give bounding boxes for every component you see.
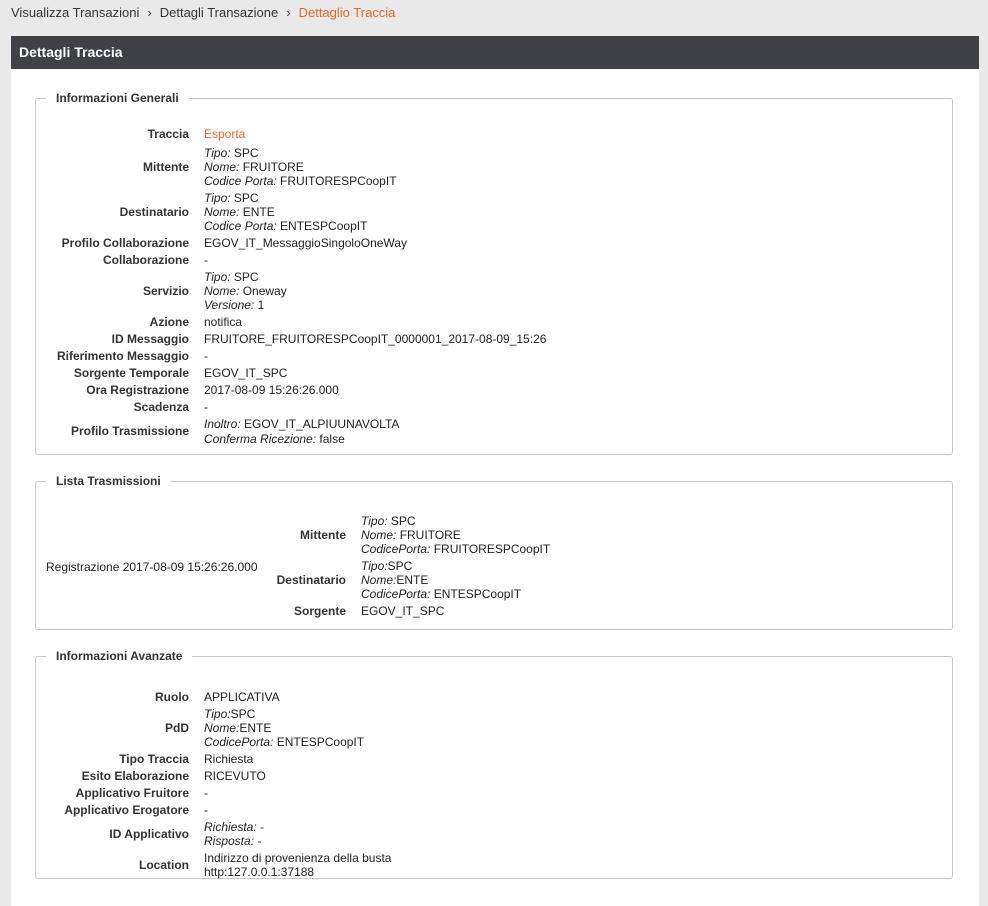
chevron-right-icon: › (286, 4, 291, 20)
informazioni-avanzate-section: Informazioni Avanzate Ruolo APPLICATIVA … (35, 649, 953, 879)
field-value: Tipo:SPC Nome:ENTE CodicePorta: ENTESPCo… (204, 707, 365, 749)
lista-trasmissioni-section: Lista Trasmissioni Registrazione 2017-08… (35, 474, 953, 630)
field-value: 2017-08-09 15:26:26.000 (204, 383, 339, 397)
chevron-right-icon: › (147, 4, 152, 20)
section-legend: Lista Trasmissioni (56, 474, 161, 488)
field-label: PdD (165, 721, 189, 735)
breadcrumb-visualizza-transazioni[interactable]: Visualizza Transazioni (11, 5, 139, 20)
field-label: Mittente (143, 160, 189, 174)
field-value: Tipo: SPC Nome: Oneway Versione: 1 (204, 270, 287, 312)
field-label: Mittente (300, 528, 346, 542)
section-legend: Informazioni Avanzate (56, 649, 183, 663)
field-value: - (204, 400, 208, 414)
field-value: Richiesta (204, 752, 254, 766)
field-label: Collaborazione (102, 253, 189, 267)
field-label: Ora Registrazione (86, 383, 189, 397)
breadcrumb: Visualizza Transazioni › Dettagli Transa… (11, 4, 395, 20)
field-label: Servizio (142, 284, 189, 298)
field-label: Sorgente Temporale (73, 366, 189, 380)
field-label: Riferimento Messaggio (56, 349, 189, 363)
field-value: EGOV_IT_MessaggioSingoloOneWay (204, 236, 407, 250)
field-label: Destinatario (276, 573, 346, 587)
field-value: Tipo: SPC Nome: FRUITORE Codice Porta: F… (204, 146, 397, 188)
field-label: Profilo Trasmissione (70, 424, 189, 438)
field-label: ID Applicativo (109, 827, 189, 841)
dettagli-traccia-panel: Dettagli Traccia Informazioni Generali T… (11, 36, 979, 906)
field-value: Inoltro: EGOV_IT_ALPIUUNAVOLTA Conferma … (204, 417, 400, 446)
field-value: Tipo:SPC Nome:ENTE CodicePorta: ENTESPCo… (361, 559, 522, 601)
field-label: Scadenza (133, 400, 189, 414)
field-label: ID Messaggio (111, 332, 189, 346)
breadcrumb-dettaglio-traccia: Dettaglio Traccia (298, 4, 396, 20)
informazioni-generali-section: Informazioni Generali Traccia Esporta Mi… (35, 91, 953, 455)
field-value: EGOV_IT_SPC (204, 366, 288, 380)
field-label: Sorgente (293, 604, 346, 618)
section-legend: Informazioni Generali (56, 91, 179, 105)
esporta-link[interactable]: Esporta (204, 127, 245, 141)
field-value: Tipo: SPC Nome: ENTE Codice Porta: ENTES… (204, 191, 368, 233)
panel-title: Dettagli Traccia (11, 36, 979, 69)
field-label: Tipo Traccia (119, 752, 189, 766)
field-label: Applicativo Erogatore (64, 803, 189, 817)
field-value: - (204, 253, 208, 267)
field-label: Ruolo (155, 690, 189, 704)
field-value: APPLICATIVA (204, 690, 280, 704)
field-value: EGOV_IT_SPC (361, 604, 445, 618)
field-label: Destinatario (119, 205, 189, 219)
field-label: Azione (149, 315, 189, 329)
field-value: - (204, 786, 208, 800)
field-value: FRUITORE_FRUITORESPCoopIT_0000001_2017-0… (204, 332, 547, 346)
registrazione-label: Registrazione 2017-08-09 15:26:26.000 (46, 560, 258, 574)
field-label: Traccia (147, 127, 189, 141)
field-value: notifica (204, 315, 243, 329)
field-value: - (204, 349, 208, 363)
breadcrumb-dettagli-transazione[interactable]: Dettagli Transazione (160, 5, 279, 20)
field-label: Applicativo Fruitore (75, 786, 189, 800)
field-value: Tipo: SPC Nome: FRUITORE CodicePorta: FR… (361, 514, 551, 556)
field-label: Location (139, 858, 189, 872)
field-label: Esito Elaborazione (81, 769, 189, 783)
field-value: RICEVUTO (204, 769, 266, 783)
field-value: Richiesta: - Risposta: - (204, 820, 265, 848)
field-value: - (204, 803, 208, 817)
field-label: Profilo Collaborazione (61, 236, 189, 250)
field-value: Indirizzo di provenienza della busta htt… (204, 851, 392, 879)
